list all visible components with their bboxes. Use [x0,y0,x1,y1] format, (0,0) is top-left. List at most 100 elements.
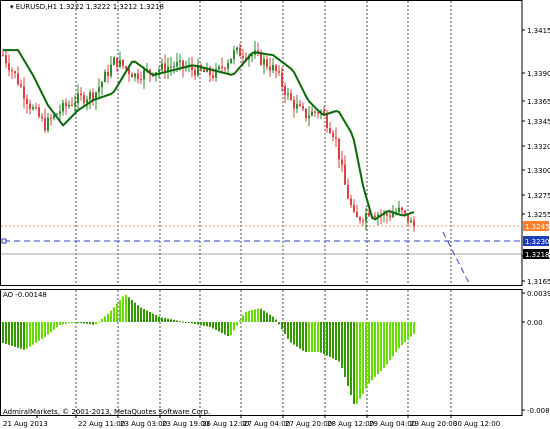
candle-body [362,220,364,222]
ao-histogram-bar [386,322,388,365]
candle-body [125,66,127,69]
candle-body [236,47,238,51]
chart-canvas[interactable]: 1.3415 1.3390 1.3365 1.3345 1.3320 1.3300 1.32… [0,0,550,429]
candle-body [35,107,37,109]
candle-body [401,207,403,211]
ao-histogram-bar [305,322,307,352]
ao-histogram-bar [8,322,10,345]
candle-body [68,104,70,107]
candle-body [305,108,307,119]
price-tick-label: 1.3275 [527,192,550,200]
ao-histogram-bar [218,322,220,332]
indicator-tick-label: 0.00391 [527,290,550,298]
candle-body [314,111,316,113]
candle-body [293,99,295,109]
dropdown-arrow-icon[interactable]: ▾ [10,3,14,11]
ao-histogram-bar [233,322,235,331]
ao-histogram-bar [203,322,205,326]
ao-histogram-bar [140,307,142,322]
candle-body [65,102,67,107]
ao-histogram-bar [56,322,58,328]
candle-body [398,207,400,213]
candle-body [41,116,43,119]
candle-body [62,102,64,112]
price-tick-label: 1.3390 [527,70,550,78]
candle-body [413,220,415,227]
symbol-label: EURUSD,H1 [15,3,58,11]
candle-body [158,69,160,73]
ao-histogram-bar [275,319,277,322]
ao-histogram-bar [329,322,331,357]
ao-histogram-bar [227,322,229,336]
trading-chart-window: 1.3415 1.3390 1.3365 1.3345 1.3320 1.3300 1.32… [0,0,550,429]
candle-body [410,220,412,223]
candle-body [74,103,76,106]
candle-body [263,59,265,65]
candle-body [137,73,139,80]
ao-histogram-bar [239,320,241,322]
ao-histogram-bar [338,322,340,362]
ao-histogram-bar [230,322,232,336]
ao-histogram-bar [251,310,253,322]
ao-histogram-bar [374,322,376,377]
candle-body [14,71,16,74]
ao-histogram-bar [311,322,313,352]
ao-histogram-bar [398,322,400,349]
ao-indicator-label: AO -0.00148 [3,291,47,299]
indicator-tick-label: 0.00 [527,319,543,327]
ao-histogram-bar [35,322,37,343]
ao-histogram-bar [197,322,199,325]
ao-histogram-bar [356,322,358,404]
ao-histogram-bar [245,311,247,322]
candle-body [80,93,82,96]
candle-body [20,84,22,87]
candle-body [101,82,103,88]
ao-histogram-bar [359,322,361,399]
candle-body [71,104,73,106]
candle-body [2,55,4,57]
candle-body [83,95,85,103]
ao-histogram-bar [335,322,337,360]
ao-histogram-bar [65,322,67,324]
chart-header: ▾ EURUSD,H1 1.3222 1.3222 1.3212 1.3218 [10,3,164,11]
candle-body [284,86,286,95]
time-axis-label: 23 Aug 03:00 [120,420,167,428]
ao-histogram-bar [341,322,343,368]
ao-histogram-bar [296,322,298,347]
copyright-text: AdmiralMarkets, © 2001-2013, MetaQuotes … [3,408,211,416]
candle-body [374,215,376,218]
ao-histogram-bar [38,322,40,341]
ao-histogram-bar [122,296,124,322]
candle-body [302,105,304,109]
ao-histogram-bar [188,322,190,323]
ao-histogram-bar [278,322,280,325]
ao-histogram-bar [404,322,406,343]
level-anchor-handle[interactable] [1,238,7,244]
ao-histogram-bar [116,303,118,322]
ao-histogram-bar [365,322,367,389]
time-axis-label: 30 Aug 12:00 [453,420,500,428]
candle-body [32,107,34,110]
candle-body [113,57,115,65]
time-axis-label: 22 Aug 11:00 [78,420,125,428]
ao-histogram-bar [326,322,328,356]
ao-histogram-bar [158,316,160,322]
ao-histogram-bar [26,322,28,349]
candle-body [239,47,241,57]
ao-histogram-bar [119,300,121,322]
ao-histogram-bar [347,322,349,386]
moving-average-line [3,49,415,221]
candle-body [392,213,394,218]
trend-line[interactable] [442,231,471,286]
ao-histogram-bar [332,322,334,359]
price-tag-label: 1.3245 [525,223,550,231]
ao-histogram-bar [170,319,172,322]
time-axis-label: 28 Aug 12:00 [327,420,374,428]
candle-body [77,93,79,104]
ao-histogram-bar [389,322,391,361]
ao-histogram-bar [242,315,244,322]
candle-body [194,70,196,76]
ao-histogram-bar [92,322,94,325]
ao-histogram-bar [62,322,64,325]
ao-histogram-bar [362,322,364,394]
